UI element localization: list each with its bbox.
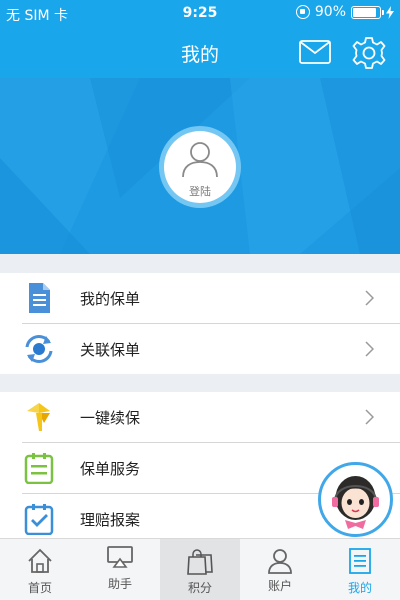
clipboard-list-icon bbox=[24, 453, 54, 484]
battery-icon bbox=[351, 5, 384, 19]
customer-service-icon bbox=[332, 476, 379, 529]
status-bar: 无 SIM 卡 9:25 90% bbox=[0, 0, 400, 28]
avatar: 登陆 bbox=[164, 131, 236, 203]
menu-item-renew[interactable]: 一键续保 bbox=[0, 392, 400, 442]
menu-label: 一键续保 bbox=[80, 409, 141, 427]
shopping-bag-icon bbox=[187, 549, 213, 575]
gear-icon[interactable] bbox=[352, 36, 386, 70]
tab-label: 我的 bbox=[347, 581, 372, 595]
charging-bolt-icon bbox=[386, 5, 394, 19]
home-icon bbox=[28, 548, 52, 573]
refresh-link-icon bbox=[25, 335, 53, 363]
menu-group-policies: 我的保单 关联保单 bbox=[0, 273, 400, 374]
tab-points[interactable]: 积分 bbox=[160, 539, 240, 600]
menu-label: 关联保单 bbox=[80, 341, 141, 359]
tab-label: 首页 bbox=[27, 581, 52, 595]
tab-account[interactable]: 账户 bbox=[240, 539, 320, 600]
clipboard-check-icon bbox=[24, 504, 54, 535]
airplay-icon bbox=[107, 546, 133, 568]
customer-service-button[interactable] bbox=[318, 462, 393, 537]
tab-home[interactable]: 首页 bbox=[0, 539, 80, 600]
rotation-lock-icon bbox=[295, 5, 310, 19]
user-icon bbox=[182, 142, 218, 178]
login-label: 登陆 bbox=[189, 185, 211, 198]
mail-icon[interactable] bbox=[299, 40, 331, 64]
chevron-right-icon bbox=[365, 409, 374, 425]
pinwheel-icon bbox=[27, 403, 50, 431]
tab-label: 助手 bbox=[107, 577, 132, 591]
menu-label: 保单服务 bbox=[80, 460, 141, 478]
chevron-right-icon bbox=[365, 290, 374, 306]
status-right: 90% bbox=[295, 4, 394, 20]
tab-bar: 首页 助手 积分 账户 我的 bbox=[0, 538, 400, 600]
profile-doc-icon bbox=[349, 548, 371, 574]
user-icon bbox=[268, 549, 292, 574]
menu-label: 我的保单 bbox=[80, 290, 141, 308]
tab-mine[interactable]: 我的 bbox=[320, 539, 400, 600]
tab-assistant[interactable]: 助手 bbox=[80, 539, 160, 600]
menu-item-linked-policy[interactable]: 关联保单 bbox=[0, 324, 400, 374]
tab-label: 积分 bbox=[187, 581, 212, 595]
page-title: 我的 bbox=[180, 44, 219, 66]
menu-label: 理赔报案 bbox=[80, 511, 141, 529]
document-icon bbox=[29, 283, 50, 313]
battery-percent: 90% bbox=[314, 4, 346, 20]
chevron-right-icon bbox=[365, 341, 374, 357]
menu-item-my-policy[interactable]: 我的保单 bbox=[0, 273, 400, 323]
nav-bar: 我的 bbox=[0, 28, 400, 78]
avatar-login-button[interactable]: 登陆 bbox=[159, 126, 241, 208]
tab-label: 账户 bbox=[267, 579, 292, 593]
